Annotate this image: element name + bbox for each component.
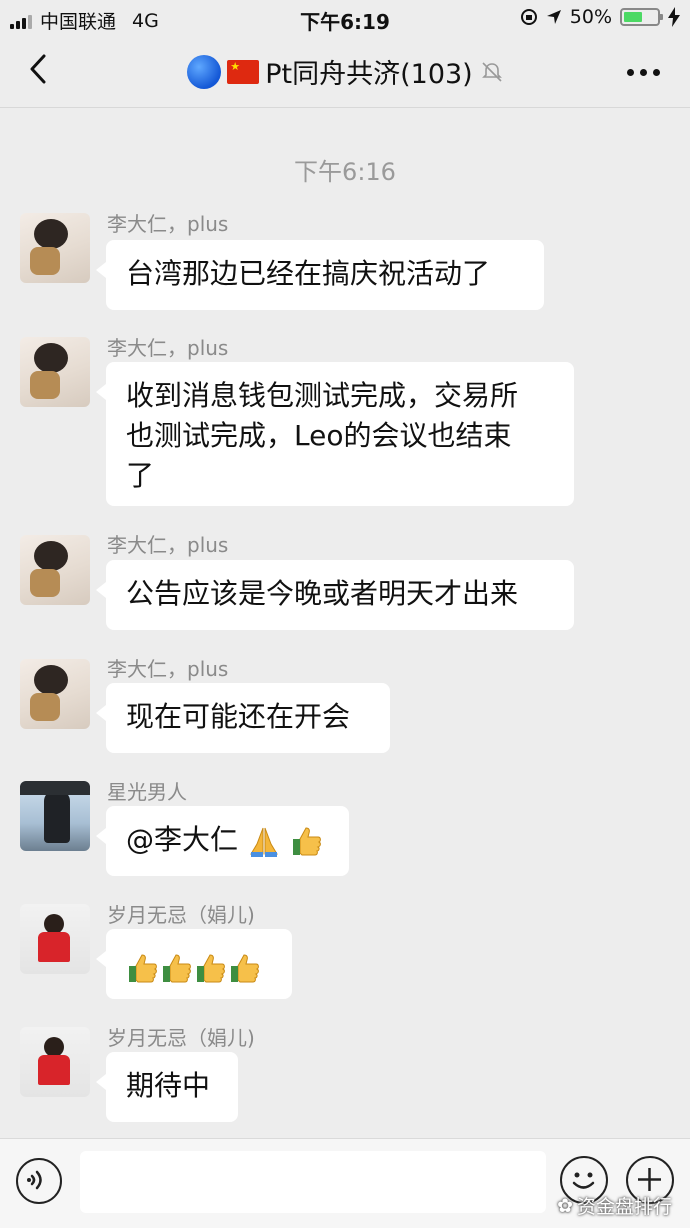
- more-icon[interactable]: [627, 69, 660, 76]
- battery-label: 50%: [569, 6, 612, 28]
- location-icon: [546, 10, 561, 24]
- message-input[interactable]: [80, 1151, 546, 1213]
- sender-name: 李大仁，plus: [107, 336, 229, 360]
- baby-avatar[interactable]: [20, 535, 90, 605]
- message-text: 公告应该是今晚或者明天才出来: [126, 577, 519, 610]
- message-bubble[interactable]: @李大仁: [96, 806, 349, 876]
- message-text: @李大仁: [126, 823, 239, 856]
- message-text: 台湾那边已经在搞庆祝活动了: [126, 257, 491, 290]
- voice-icon[interactable]: [16, 1158, 62, 1204]
- woman-avatar[interactable]: [20, 1027, 90, 1097]
- message-bubble[interactable]: 台湾那边已经在搞庆祝活动了: [96, 240, 544, 310]
- sender-name: 岁月无忌（娟儿): [107, 903, 255, 927]
- message-bubble[interactable]: 现在可能还在开会: [96, 683, 390, 753]
- message-text-line: 也测试完成，Leo的会议也结束: [126, 419, 512, 452]
- message-bubble[interactable]: 收到消息钱包测试完成，交易所 也测试完成，Leo的会议也结束 了: [96, 362, 574, 506]
- status-bar: 中国联通 4G 下午6:19 50%: [0, 0, 690, 36]
- pray-emoji: [250, 827, 278, 857]
- message-bubble[interactable]: 期待中: [96, 1052, 238, 1122]
- sender-name: 李大仁，plus: [107, 533, 229, 557]
- group-name: Pt同舟共济(103): [265, 59, 473, 90]
- baby-avatar[interactable]: [20, 337, 90, 407]
- nav-bar: Pt同舟共济(103): [0, 36, 690, 106]
- globe-icon: [187, 54, 222, 89]
- message-text-line: 了: [126, 459, 155, 492]
- sender-name: 星光男人: [107, 780, 187, 804]
- woman-avatar[interactable]: [20, 904, 90, 974]
- watermark: ✿ 资金盘排行: [557, 1192, 672, 1219]
- mute-icon: [481, 61, 502, 82]
- thumbs-up-emoji: [231, 954, 259, 983]
- baby-avatar[interactable]: [20, 213, 90, 283]
- thumbs-up-emoji: [129, 954, 157, 983]
- thumbs-up-emoji: [197, 954, 225, 983]
- sender-name: 李大仁，plus: [107, 657, 229, 681]
- message-bubble[interactable]: [96, 929, 292, 999]
- man-avatar[interactable]: [20, 781, 90, 851]
- orientation-lock-icon: [520, 9, 537, 25]
- message-text: 现在可能还在开会: [126, 700, 351, 733]
- watermark-text: 资金盘排行: [576, 1196, 672, 1218]
- thumbs-up-emoji: [163, 954, 191, 983]
- message-text: 期待中: [126, 1069, 211, 1102]
- chat-title[interactable]: Pt同舟共济(103): [0, 52, 690, 91]
- nav-divider: [0, 107, 690, 108]
- chat-timestamp: 下午6:16: [294, 158, 396, 186]
- sender-name: 岁月无忌（娟儿): [107, 1026, 255, 1050]
- message-text-line: 收到消息钱包测试完成，交易所: [126, 379, 519, 412]
- sender-name: 李大仁，plus: [107, 212, 229, 236]
- charging-icon: [668, 7, 680, 27]
- message-bubble[interactable]: 公告应该是今晚或者明天才出来: [96, 560, 574, 630]
- battery-icon: [620, 8, 663, 26]
- wechat-icon: ✿: [557, 1194, 573, 1217]
- thumbs-up-emoji: [292, 827, 321, 856]
- baby-avatar[interactable]: [20, 659, 90, 729]
- china-flag-icon: [227, 59, 260, 84]
